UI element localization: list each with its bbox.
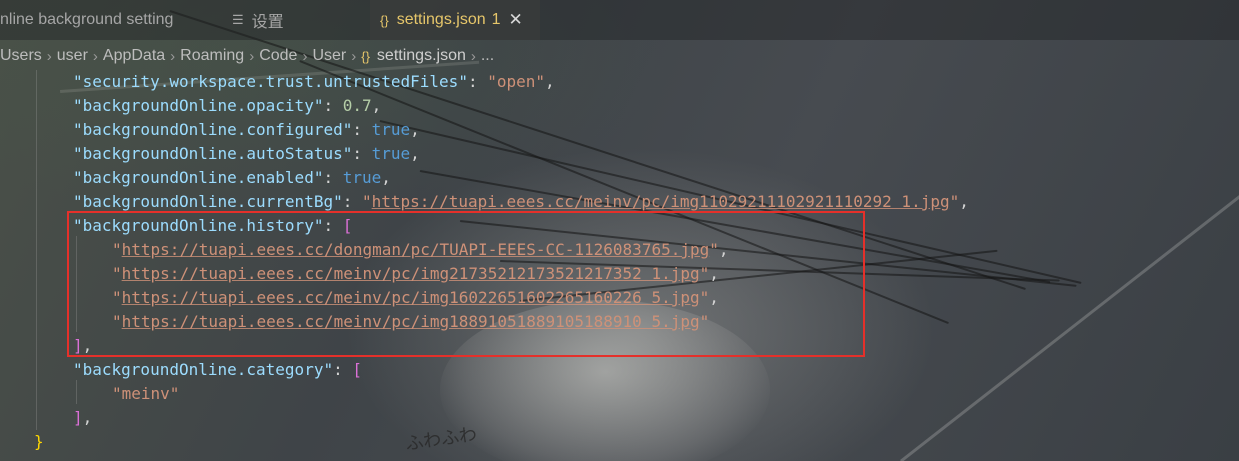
breadcrumb-file-label: settings.json — [376, 47, 466, 64]
code-line: ], — [73, 336, 93, 355]
code-line: "backgroundOnline.enabled": true, — [73, 168, 391, 187]
code-editor[interactable]: "security.workspace.trust.untrustedFiles… — [0, 70, 1239, 461]
code-line: "backgroundOnline.autoStatus": true, — [73, 144, 420, 163]
code-line: "security.workspace.trust.untrustedFiles… — [73, 72, 555, 91]
tab-settings-ui[interactable]: ☰ 设置 — [222, 0, 370, 40]
problem-count-badge: 1 — [491, 11, 501, 28]
breadcrumb-item-user[interactable]: user — [57, 47, 88, 65]
chevron-right-icon: › — [351, 47, 357, 65]
breadcrumb-more[interactable]: ... — [481, 47, 494, 65]
indent-guide — [76, 236, 77, 332]
breadcrumb: Users › user › AppData › Roaming › Code … — [0, 44, 494, 68]
breadcrumb-item-appdata[interactable]: AppData — [103, 47, 165, 65]
chevron-right-icon: › — [46, 47, 52, 65]
tab-label: 设置 — [251, 14, 284, 31]
code-line: "backgroundOnline.category": [ — [73, 360, 362, 379]
url-link[interactable]: https://tuapi.eees.cc/dongman/pc/TUAPI-E… — [122, 240, 710, 259]
code-line: "https://tuapi.eees.cc/meinv/pc/img21735… — [112, 264, 719, 283]
json-braces-icon: {} — [380, 12, 389, 28]
breadcrumb-item-roaming[interactable]: Roaming — [180, 47, 244, 65]
breadcrumb-item-code[interactable]: Code — [259, 47, 297, 65]
url-link[interactable]: https://tuapi.eees.cc/meinv/pc/img160226… — [122, 288, 700, 307]
tab-settings-json[interactable]: {} settings.json 1 ✕ — [370, 0, 540, 40]
code-line: "https://tuapi.eees.cc/meinv/pc/img16022… — [112, 288, 719, 307]
settings-list-icon: ☰ — [232, 12, 244, 27]
code-line: "backgroundOnline.opacity": 0.7, — [73, 96, 382, 115]
chevron-right-icon: › — [170, 47, 176, 65]
code-line: "backgroundOnline.history": [ — [73, 216, 353, 235]
close-icon[interactable]: ✕ — [509, 10, 523, 30]
url-link[interactable]: https://tuapi.eees.cc/meinv/pc/img188910… — [122, 312, 700, 331]
chevron-right-icon: › — [92, 47, 98, 65]
code-line: "backgroundOnline.configured": true, — [73, 120, 420, 139]
code-line: "https://tuapi.eees.cc/meinv/pc/img18891… — [112, 312, 710, 331]
chevron-right-icon: › — [470, 47, 476, 65]
code-line: "https://tuapi.eees.cc/dongman/pc/TUAPI-… — [112, 240, 729, 259]
tab-label: nline background setting — [0, 11, 174, 28]
chevron-right-icon: › — [302, 47, 308, 65]
code-line: "backgroundOnline.currentBg": "https://t… — [73, 192, 969, 211]
tab-online-background-setting[interactable]: nline background setting — [0, 0, 222, 40]
breadcrumb-item-user-folder[interactable]: User — [312, 47, 346, 65]
url-link[interactable]: https://tuapi.eees.cc/meinv/pc/img110292… — [372, 192, 950, 211]
code-line: ], — [73, 408, 93, 427]
url-link[interactable]: https://tuapi.eees.cc/meinv/pc/img217352… — [122, 264, 700, 283]
indent-guide — [76, 380, 77, 404]
breadcrumb-item-file[interactable]: {} settings.json — [361, 47, 466, 65]
breadcrumb-item-users[interactable]: Users — [0, 47, 42, 65]
code-line: "meinv" — [112, 384, 180, 403]
indent-guide — [36, 70, 37, 430]
chevron-right-icon: › — [249, 47, 255, 65]
tab-label: settings.json — [396, 11, 486, 28]
code-line: } — [34, 432, 44, 451]
editor-tab-bar: nline background setting ☰ 设置 {} setting… — [0, 0, 1239, 40]
json-braces-icon: {} — [361, 48, 370, 64]
